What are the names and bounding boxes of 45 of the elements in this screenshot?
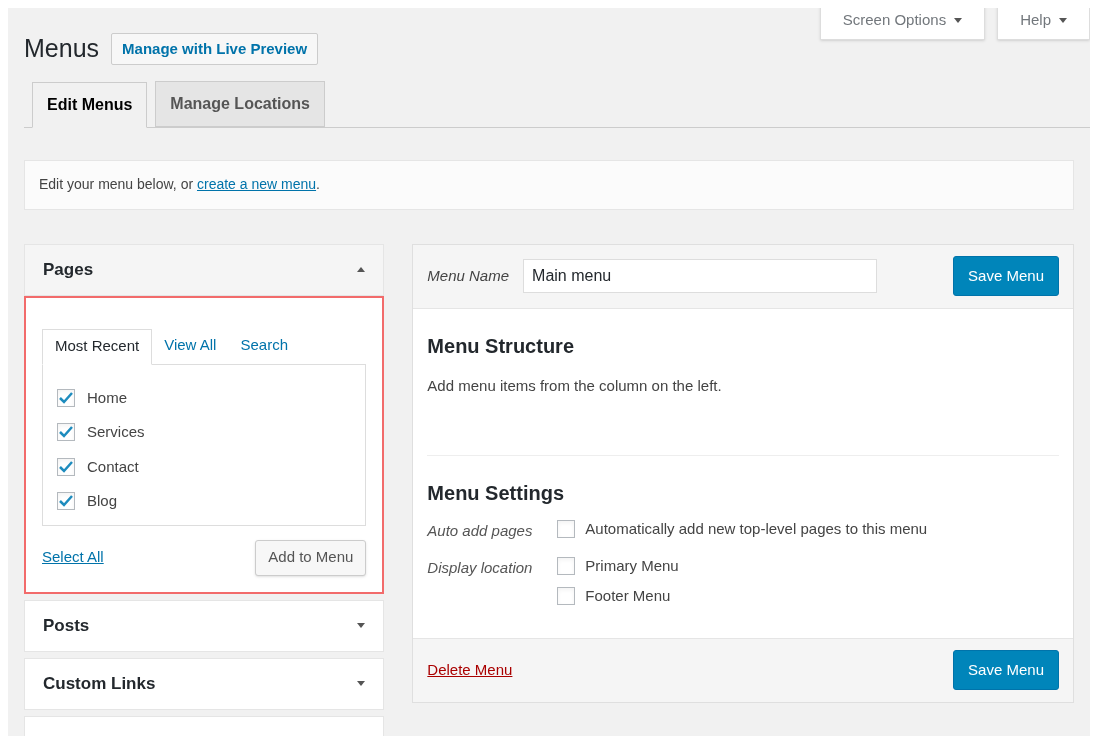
save-menu-button[interactable]: Save Menu — [953, 650, 1059, 690]
checkbox[interactable] — [57, 423, 75, 442]
checkbox-label: Home — [87, 387, 127, 408]
delete-menu-link[interactable]: Delete Menu — [427, 658, 513, 682]
add-to-menu-button[interactable]: Add to Menu — [255, 539, 367, 576]
checkbox-label: Primary Menu — [585, 555, 679, 576]
checkbox-label: Blog — [87, 491, 118, 511]
tab[interactable]: Most Recent — [42, 328, 153, 365]
caret-down-icon — [954, 17, 963, 23]
setting-label: Display location — [427, 557, 534, 578]
notice-text: Edit your menu below, or create a new menu. — [39, 175, 320, 194]
create-menu-link[interactable]: create a new menu — [197, 176, 317, 192]
accordion-header[interactable]: Posts — [24, 599, 385, 652]
checkbox[interactable] — [57, 457, 75, 476]
tab[interactable]: Manage Locations — [155, 80, 325, 127]
checkbox[interactable] — [557, 556, 576, 575]
screen-options-button[interactable]: Screen Options — [819, 8, 986, 40]
save-menu-button[interactable]: Save Menu — [953, 256, 1059, 296]
hint-text: Add menu items from the column on the left. — [427, 375, 723, 396]
checkbox-label: Contact — [87, 456, 139, 477]
menu-name-field[interactable]: Main menu — [523, 259, 878, 293]
checkbox-label: Footer Menu — [585, 586, 671, 606]
checkbox[interactable] — [557, 587, 576, 606]
caret-down-icon — [1059, 17, 1067, 23]
checkbox[interactable] — [557, 520, 576, 539]
section-title: Custom Links — [43, 672, 156, 695]
section-title: Pages — [43, 258, 94, 281]
checkbox[interactable] — [57, 388, 75, 407]
tab[interactable]: View All — [152, 327, 229, 364]
page-title: Menus — [24, 33, 100, 64]
section-title: Posts — [43, 614, 90, 637]
accordion-header[interactable]: Pages — [24, 243, 385, 296]
live-preview-button[interactable]: Manage with Live Preview — [111, 32, 319, 65]
setting-label: Auto add pages — [427, 521, 534, 541]
help-button[interactable]: Help — [997, 8, 1090, 40]
tab[interactable]: Search — [228, 327, 300, 364]
field-label: Menu Name — [427, 265, 510, 286]
section-heading: Menu Structure — [427, 333, 576, 359]
checkbox-label: Automatically add new top-level pages to this menu — [585, 519, 928, 539]
checkbox-label: Services — [87, 422, 145, 442]
checkbox[interactable] — [57, 492, 75, 511]
section-heading: Menu Settings — [427, 481, 565, 506]
select-all-link[interactable]: Select All — [42, 546, 104, 569]
accordion-header[interactable]: Custom Links — [24, 657, 385, 710]
tab[interactable]: Edit Menus — [32, 81, 148, 128]
